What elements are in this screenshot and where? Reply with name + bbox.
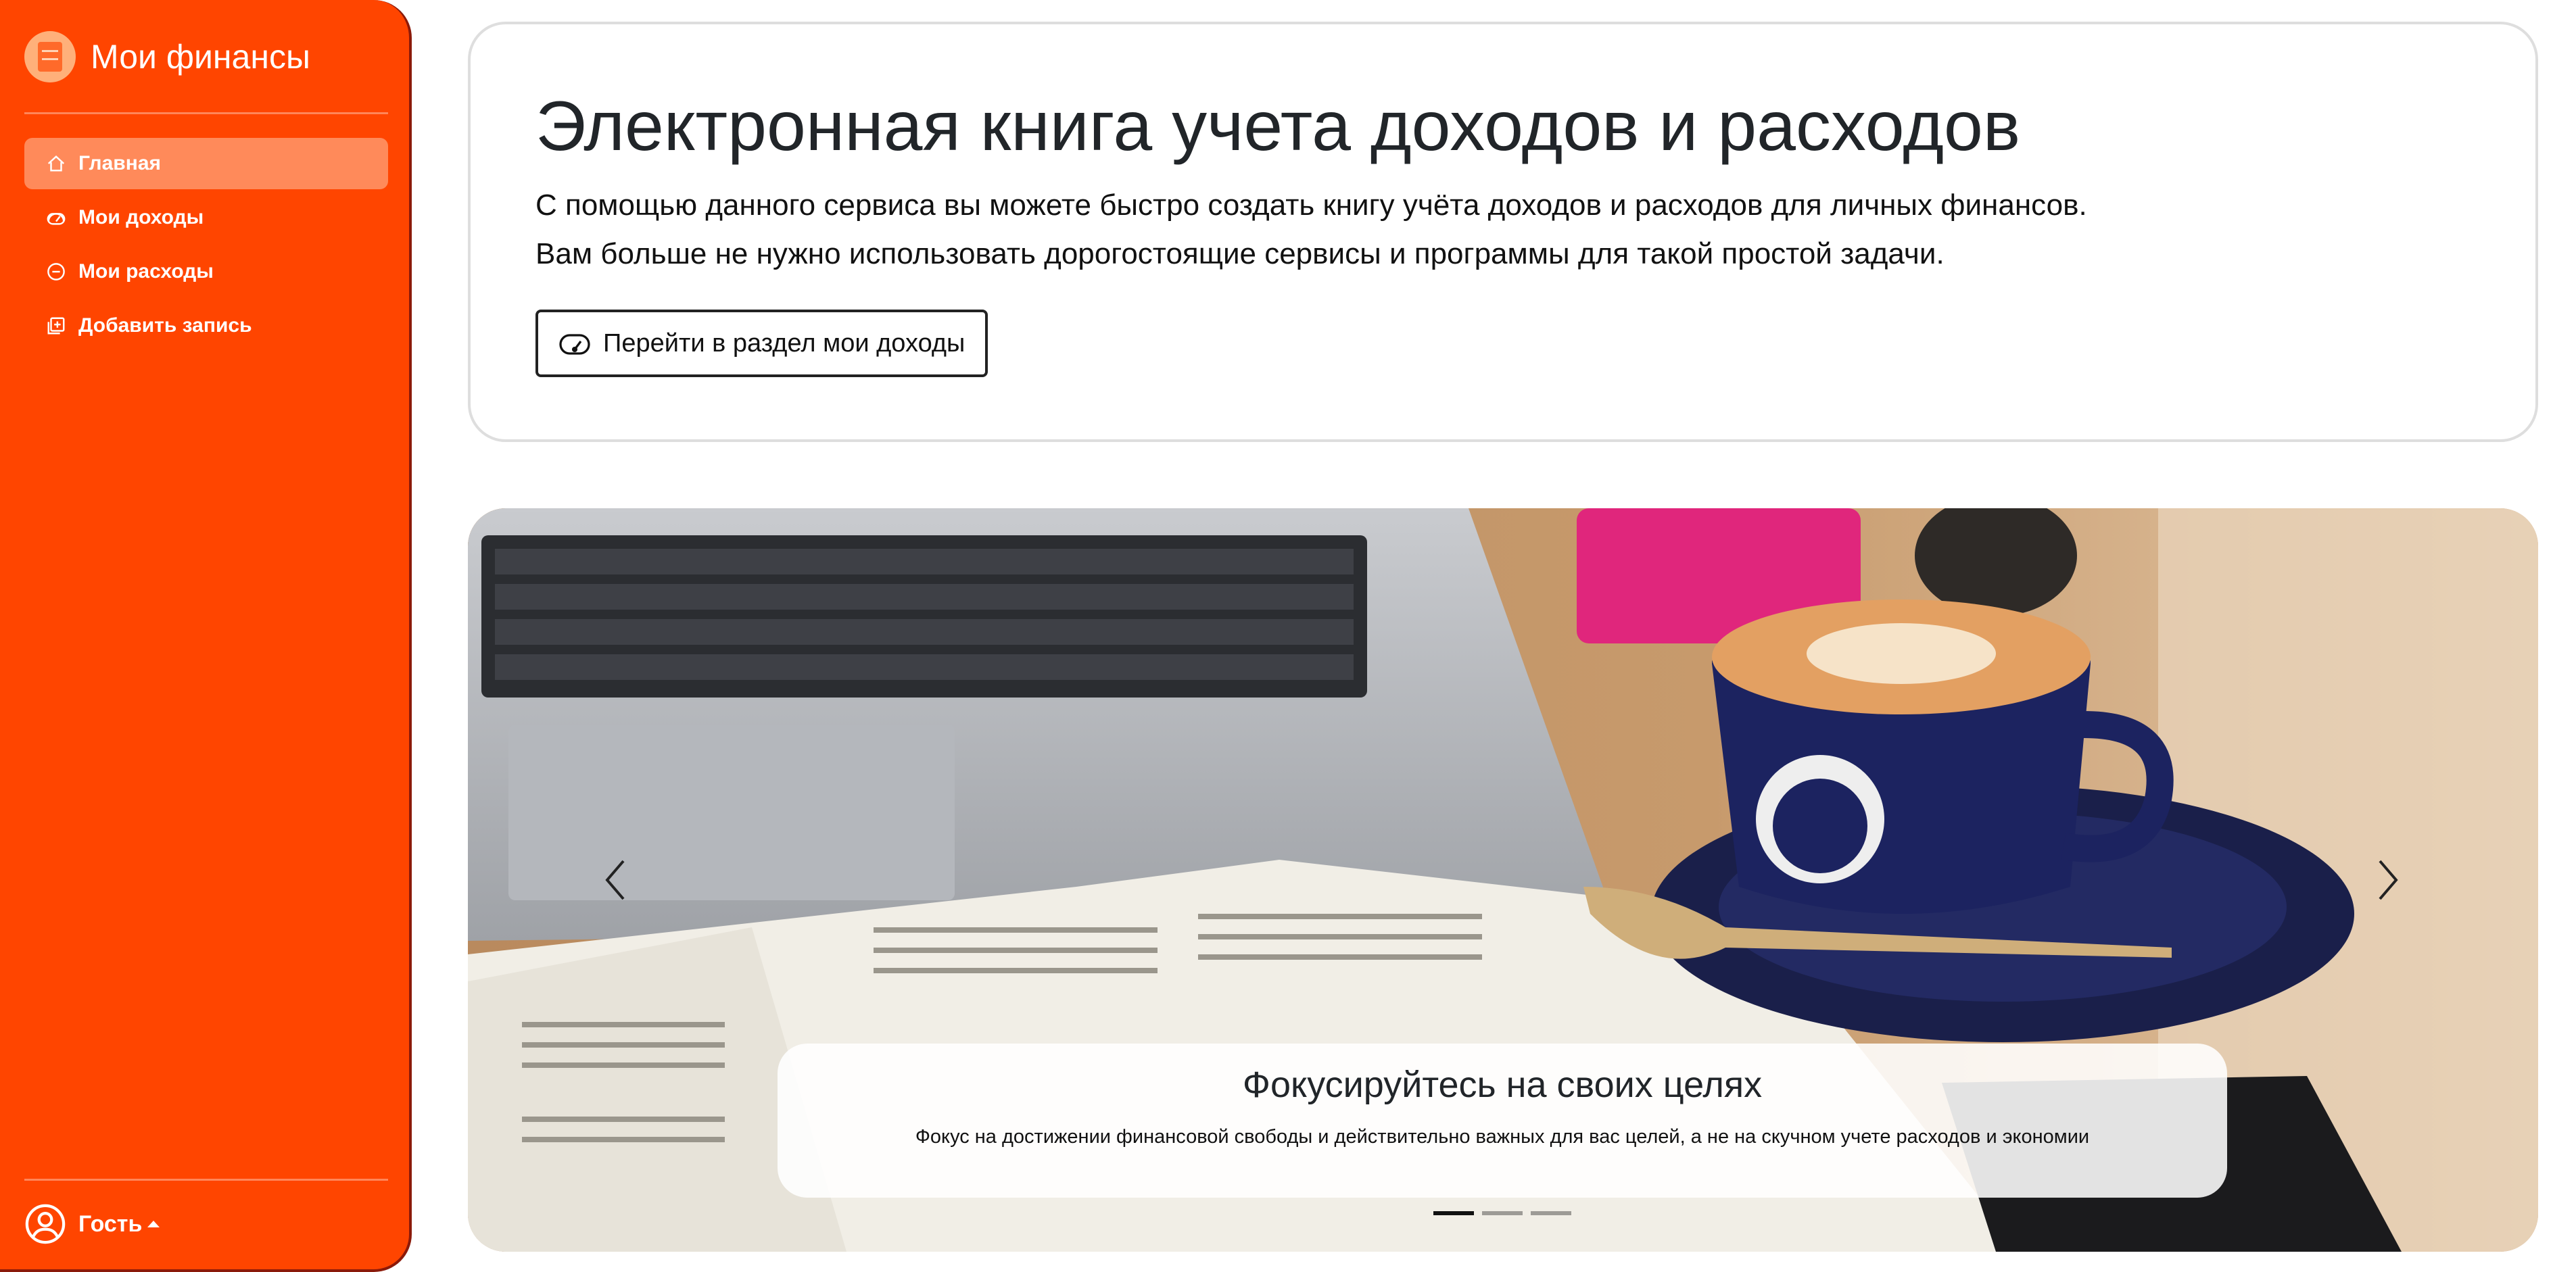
hero-line-1: С помощью данного сервиса вы можете быст… — [535, 189, 2087, 222]
sidebar-item-label: Мои расходы — [78, 260, 214, 283]
sidebar-nav: Главная Мои доходы Мои расходы Добавить … — [24, 138, 388, 354]
sidebar-item-home[interactable]: Главная — [24, 138, 388, 189]
page-title: Электронная книга учета доходов и расход… — [535, 87, 2021, 166]
dash-circle-icon — [46, 262, 66, 282]
hero-card: Электронная книга учета доходов и расход… — [468, 22, 2538, 442]
sidebar-item-income[interactable]: Мои доходы — [24, 192, 388, 243]
carousel-indicator-1[interactable] — [1433, 1211, 1474, 1215]
hero-description: С помощью данного сервиса вы можете быст… — [535, 181, 2087, 278]
home-icon — [46, 153, 66, 174]
carousel-indicator-3[interactable] — [1531, 1211, 1571, 1215]
sidebar-item-expenses[interactable]: Мои расходы — [24, 246, 388, 297]
sidebar-item-label: Мои доходы — [78, 206, 204, 228]
slide-caption: Фокусируйтесь на своих целях Фокус на до… — [778, 1044, 2227, 1198]
speedometer-icon — [46, 207, 66, 228]
caption-title: Фокусируйтесь на своих целях — [1242, 1065, 1763, 1105]
button-label: Перейти в раздел мои доходы — [603, 328, 965, 358]
speedometer-icon — [559, 334, 590, 355]
person-circle-icon — [25, 1204, 66, 1244]
caret-up-icon — [147, 1221, 160, 1227]
carousel-indicators — [1433, 1211, 1579, 1215]
sidebar-item-label: Добавить запись — [78, 314, 252, 337]
hero-line-2: Вам больше не нужно использовать дорогос… — [535, 237, 1945, 270]
carousel: Фокусируйтесь на своих целях Фокус на до… — [468, 508, 2538, 1252]
user-name: Гость — [78, 1210, 143, 1237]
carousel-indicator-2[interactable] — [1482, 1211, 1523, 1215]
sidebar-item-add-record[interactable]: Добавить запись — [24, 300, 388, 351]
carousel-next-button[interactable] — [2368, 852, 2408, 908]
sidebar-divider-bottom — [24, 1179, 388, 1181]
go-to-income-button[interactable]: Перейти в раздел мои доходы — [535, 310, 988, 377]
add-record-icon — [46, 316, 66, 336]
sidebar: Мои финансы Главная Мои доходы Мои расхо… — [0, 0, 412, 1272]
user-menu[interactable]: Гость — [24, 1203, 160, 1245]
chevron-left-icon — [605, 860, 625, 900]
sidebar-item-label: Главная — [78, 152, 162, 174]
brand-link[interactable]: Мои финансы — [24, 31, 310, 82]
caption-text: Фокус на достижении финансовой свободы и… — [915, 1126, 2090, 1148]
logo-icon — [24, 31, 76, 82]
carousel-prev-button[interactable] — [595, 852, 636, 908]
chevron-right-icon — [2379, 860, 2398, 900]
brand-title: Мои финансы — [91, 38, 310, 76]
sidebar-divider-top — [24, 112, 388, 114]
